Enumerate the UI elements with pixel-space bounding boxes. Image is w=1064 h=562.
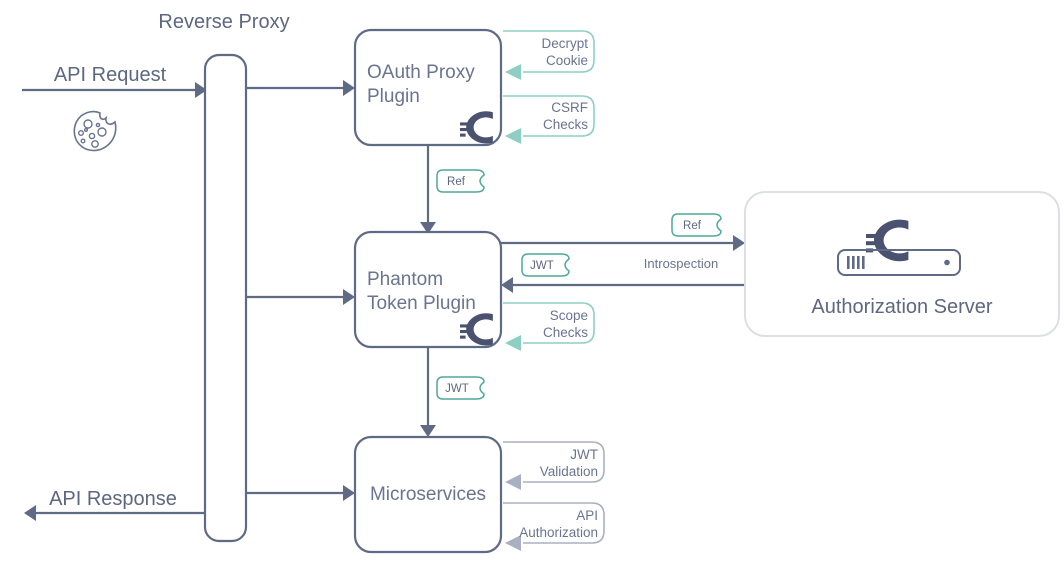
phantom-token-plugin-label-line1: Phantom xyxy=(367,269,443,290)
edge-introspection-label: Introspection xyxy=(644,256,718,271)
callout-scope-checks-line2: Checks xyxy=(543,325,588,340)
edge-phantom-to-microservices xyxy=(420,347,436,437)
microservices-label: Microservices xyxy=(370,484,486,505)
edge-introspection-response xyxy=(501,277,745,293)
callout-api-authorization: API Authorization xyxy=(503,502,605,551)
architecture-diagram: Reverse Proxy API Request API Response O… xyxy=(0,0,1064,562)
callout-scope-checks: Scope Checks xyxy=(503,302,595,351)
callout-decrypt-cookie-line2: Cookie xyxy=(546,53,588,68)
callout-csrf-checks: CSRF Checks xyxy=(503,95,595,144)
tag-jwt-phantom-to-micro: JWT xyxy=(436,376,485,400)
callout-jwt-validation-line2: Validation xyxy=(540,464,598,479)
edge-introspection-request xyxy=(501,235,745,251)
callout-csrf-checks-line1: CSRF xyxy=(551,100,588,115)
tag-jwt-phantom-to-micro-label: JWT xyxy=(445,383,469,395)
edge-proxy-to-microservices xyxy=(246,485,355,501)
reverse-proxy-bar xyxy=(203,53,248,543)
page-title: Reverse Proxy xyxy=(158,11,289,33)
tag-jwt-introspection-response-label: JWT xyxy=(530,260,554,272)
oauth-proxy-plugin-label-line1: OAuth Proxy xyxy=(367,62,475,83)
tag-ref-oauth-to-phantom: Ref xyxy=(436,169,485,193)
tag-jwt-introspection-response: JWT xyxy=(521,253,570,277)
callout-csrf-checks-line2: Checks xyxy=(543,117,588,132)
phantom-token-plugin-label-line2: Token Plugin xyxy=(367,293,476,314)
tag-ref-introspection: Ref xyxy=(671,213,722,237)
api-response-label: API Response xyxy=(49,488,177,510)
callout-decrypt-cookie-line1: Decrypt xyxy=(541,36,588,51)
callout-scope-checks-line1: Scope xyxy=(550,308,588,323)
callout-jwt-validation: JWT Validation xyxy=(503,441,605,490)
tag-ref-oauth-to-phantom-label: Ref xyxy=(447,176,466,188)
api-request-label: API Request xyxy=(54,64,167,86)
tag-ref-introspection-label: Ref xyxy=(683,220,702,232)
callout-api-authorization-line1: API xyxy=(576,508,598,523)
cookie-icon xyxy=(73,110,117,152)
diagram-canvas: Reverse Proxy API Request API Response O… xyxy=(22,11,1060,554)
callout-decrypt-cookie: Decrypt Cookie xyxy=(503,30,595,80)
authorization-server-label: Authorization Server xyxy=(811,296,993,318)
callout-jwt-validation-line1: JWT xyxy=(570,447,598,462)
callout-api-authorization-line2: Authorization xyxy=(519,525,598,540)
edge-oauth-to-phantom xyxy=(420,145,436,234)
edge-proxy-to-oauth xyxy=(246,80,355,96)
edge-proxy-to-phantom xyxy=(246,289,355,305)
oauth-proxy-plugin-label-line2: Plugin xyxy=(367,86,420,107)
